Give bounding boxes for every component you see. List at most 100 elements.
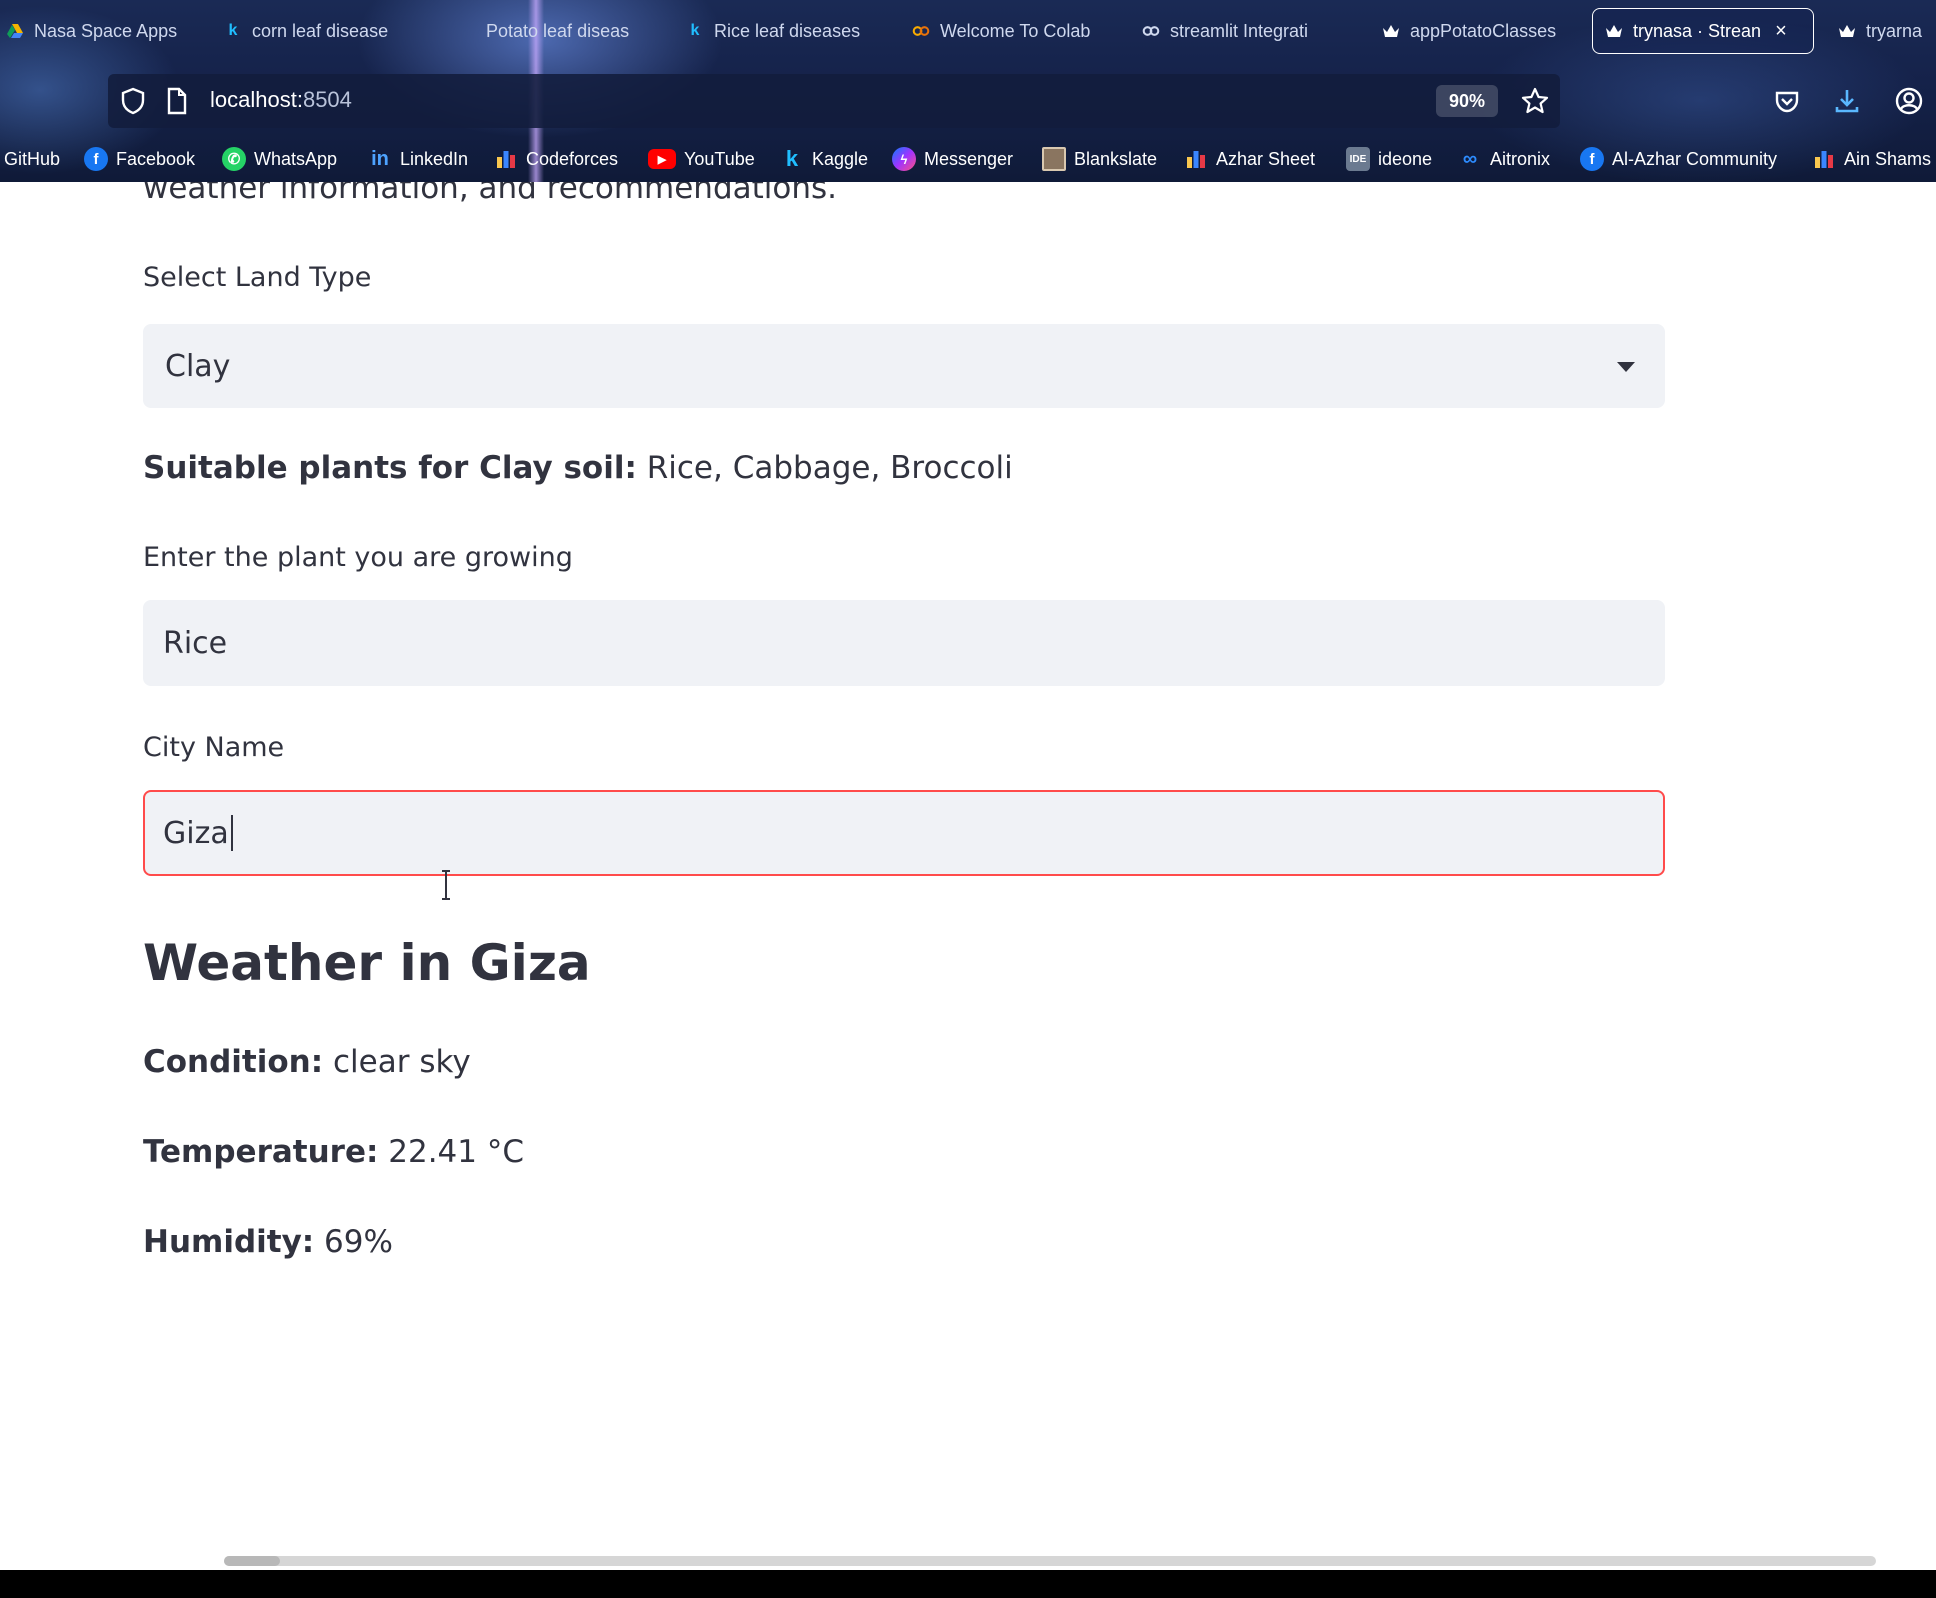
tab-corn-leaf-disease[interactable]: k corn leaf disease — [212, 8, 408, 54]
tab-label: streamlit Integrati — [1170, 20, 1309, 41]
facebook-icon: f — [1580, 147, 1604, 171]
url-host: localhost: — [210, 87, 303, 112]
weather-heading: Weather in Giza — [143, 934, 591, 992]
bookmark-label: Al-Azhar Community — [1612, 148, 1778, 169]
pocket-icon[interactable] — [1772, 86, 1802, 116]
bookmark-whatsapp[interactable]: ✆ WhatsApp — [222, 144, 337, 174]
page-icon — [166, 87, 188, 119]
bottom-bar — [0, 1570, 1936, 1598]
ideone-icon: IDE — [1346, 147, 1370, 171]
tab-streamlit-integration[interactable]: streamlit Integrati — [1130, 8, 1350, 54]
land-type-label: Select Land Type — [143, 262, 372, 293]
zoom-level-badge[interactable]: 90% — [1436, 85, 1498, 117]
whatsapp-icon: ✆ — [222, 147, 246, 171]
weather-condition: Condition: clear sky — [143, 1044, 471, 1080]
condition-value: clear sky — [333, 1044, 471, 1080]
suitable-plants-text: Suitable plants for Clay soil: Rice, Cab… — [143, 450, 1013, 486]
browser-chrome: Nasa Space Apps k corn leaf disease Pota… — [0, 0, 1936, 182]
address-bar[interactable]: localhost:8504 90% — [108, 74, 1560, 128]
plant-input-label: Enter the plant you are growing — [143, 542, 573, 573]
kaggle-icon: k — [690, 22, 700, 39]
city-input[interactable]: Giza — [143, 790, 1665, 876]
bookmark-facebook[interactable]: f Facebook — [84, 144, 195, 174]
tab-app-potato-classes[interactable]: appPotatoClasses — [1370, 8, 1590, 54]
humidity-label: Humidity: — [143, 1224, 315, 1260]
tab-label: Rice leaf diseases — [714, 20, 861, 41]
tab-label: Welcome To Colab — [940, 20, 1091, 41]
bookmark-ideone[interactable]: IDE ideone — [1346, 144, 1432, 174]
city-input-value: Giza — [163, 815, 229, 851]
bookmark-blankslate[interactable]: Blankslate — [1042, 144, 1157, 174]
intro-text: weather information, and recommendations… — [143, 182, 838, 206]
bookmark-label: WhatsApp — [254, 148, 338, 169]
tab-label: corn leaf disease — [252, 20, 389, 41]
bookmark-azhar-sheet[interactable]: Azhar Sheet — [1184, 144, 1315, 174]
kaggle-icon: k — [228, 22, 238, 39]
suitable-plants-label: Suitable plants for Clay soil: — [143, 450, 637, 486]
plant-input[interactable]: Rice — [143, 600, 1665, 686]
tab-potato-leaf-diseas[interactable]: Potato leaf diseas — [474, 8, 660, 54]
drive-icon — [6, 22, 24, 40]
codeforces-icon — [494, 147, 518, 171]
bookmark-youtube[interactable]: ▶ YouTube — [648, 144, 755, 174]
tab-label: trynasa · Strean — [1633, 20, 1762, 41]
facebook-icon: f — [84, 147, 108, 171]
blankslate-icon — [1042, 147, 1066, 171]
youtube-icon: ▶ — [648, 149, 676, 169]
bookmarks-bar: GitHub f Facebook ✆ WhatsApp in LinkedIn… — [0, 140, 1936, 178]
account-icon[interactable] — [1894, 86, 1924, 116]
temperature-label: Temperature: — [143, 1134, 379, 1170]
chevron-down-icon — [1617, 362, 1635, 372]
horizontal-scrollbar[interactable] — [224, 1556, 1876, 1566]
plant-input-value: Rice — [163, 625, 228, 661]
tab-trynasa-streamlit[interactable]: trynasa · Strean × — [1592, 8, 1814, 54]
bookmark-kaggle[interactable]: k Kaggle — [780, 144, 868, 174]
tab-label: Potato leaf diseas — [486, 20, 630, 41]
text-cursor-icon — [442, 870, 450, 900]
suitable-plants-value: Rice, Cabbage, Broccoli — [646, 450, 1013, 486]
bookmark-linkedin[interactable]: in LinkedIn — [368, 144, 468, 174]
streamlit-icon — [1382, 22, 1400, 40]
bookmark-ain-shams[interactable]: Ain Shams — [1812, 144, 1931, 174]
humidity-value: 69% — [324, 1224, 393, 1260]
bookmark-codeforces[interactable]: Codeforces — [494, 144, 618, 174]
tab-nasa-space-apps[interactable]: Nasa Space Apps — [0, 8, 194, 54]
download-icon[interactable] — [1832, 86, 1862, 116]
bookmark-label: GitHub — [4, 148, 61, 169]
tab-rice-leaf-diseases[interactable]: k Rice leaf diseases — [674, 8, 886, 54]
kaggle-icon: k — [785, 146, 799, 171]
bookmark-label: LinkedIn — [400, 148, 469, 169]
tab-tryarna[interactable]: tryarna — [1826, 8, 1936, 54]
land-type-select[interactable]: Clay — [143, 324, 1665, 408]
shield-icon[interactable] — [120, 87, 146, 119]
bookmark-label: Facebook — [116, 148, 196, 169]
url-port: 8504 — [302, 87, 352, 112]
scrollbar-thumb[interactable] — [224, 1556, 280, 1566]
text-cursor — [230, 815, 233, 851]
tab-label: Nasa Space Apps — [34, 20, 178, 41]
close-icon[interactable]: × — [1775, 20, 1787, 43]
temperature-value: 22.41 °C — [388, 1134, 524, 1170]
messenger-icon: ϟ — [892, 147, 916, 171]
tab-label: tryarna — [1866, 20, 1923, 41]
bookmark-aitronix[interactable]: ∞ Aitronix — [1458, 144, 1550, 174]
codeforces-icon — [1184, 147, 1208, 171]
bookmark-label: YouTube — [684, 148, 755, 169]
weather-temperature: Temperature: 22.41 °C — [143, 1134, 524, 1170]
bookmark-al-azhar-community[interactable]: f Al-Azhar Community — [1580, 144, 1777, 174]
star-icon[interactable] — [1520, 86, 1550, 120]
tab-welcome-to-colab[interactable]: Welcome To Colab — [900, 8, 1118, 54]
bookmark-label: Azhar Sheet — [1216, 148, 1316, 169]
land-type-value: Clay — [165, 348, 231, 384]
url-text: localhost:8504 — [210, 87, 352, 113]
bookmark-messenger[interactable]: ϟ Messenger — [892, 144, 1013, 174]
bookmark-label: Messenger — [924, 148, 1014, 169]
bookmark-label: Blankslate — [1074, 148, 1158, 169]
bookmark-label: Kaggle — [812, 148, 869, 169]
tab-label: appPotatoClasses — [1410, 20, 1557, 41]
bookmark-github[interactable]: GitHub — [4, 144, 60, 174]
condition-label: Condition: — [143, 1044, 324, 1080]
bookmark-label: ideone — [1378, 148, 1433, 169]
colab-icon — [1142, 22, 1160, 40]
streamlit-icon — [1838, 22, 1856, 40]
